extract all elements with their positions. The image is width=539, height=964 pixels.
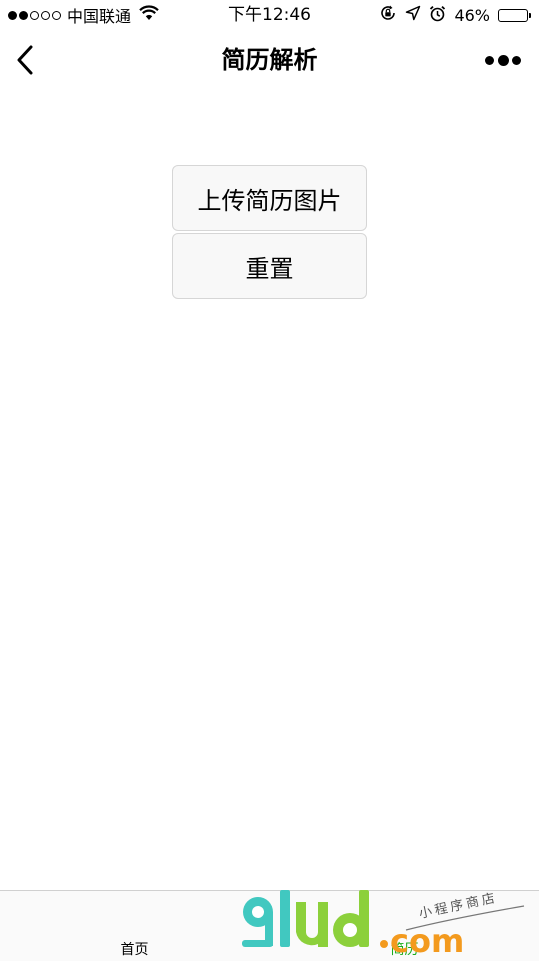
more-dots-icon	[485, 55, 494, 65]
alarm-icon	[429, 5, 446, 26]
nav-bar: 简历解析	[0, 30, 539, 90]
upload-resume-image-button[interactable]: 上传简历图片	[172, 165, 367, 231]
svg-text:com: com	[390, 922, 464, 960]
status-bar: 中国联通 下午12:46 46%	[0, 0, 539, 30]
orientation-lock-icon	[379, 4, 397, 26]
more-button[interactable]	[485, 52, 521, 68]
battery-percent: 46%	[454, 5, 490, 25]
page-title: 简历解析	[221, 46, 318, 74]
tab-home[interactable]: 首页	[0, 891, 269, 961]
watermark-logo: com 小程序商店	[238, 888, 538, 960]
location-arrow-icon	[405, 5, 421, 25]
svg-text:小程序商店: 小程序商店	[418, 891, 499, 922]
reset-button[interactable]: 重置	[172, 233, 367, 299]
status-right: 46%	[379, 4, 531, 26]
battery-icon	[498, 8, 531, 22]
tab-home-label: 首页	[120, 942, 149, 958]
